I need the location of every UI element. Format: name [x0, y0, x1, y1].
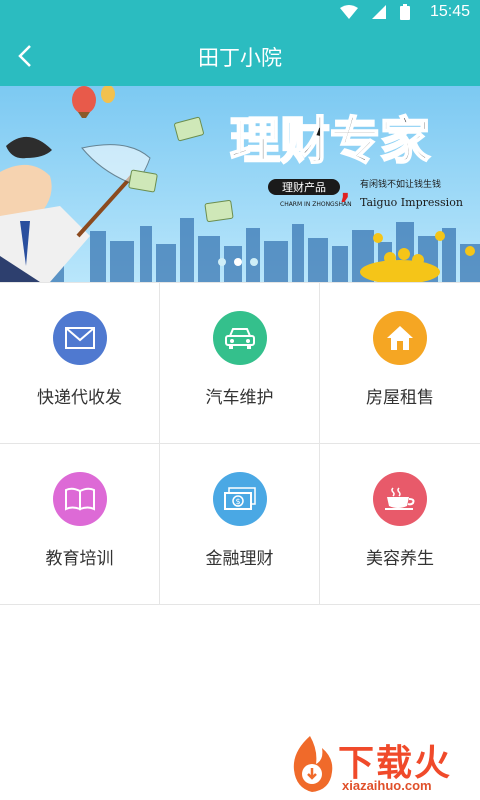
app-bar: 田丁小院: [0, 26, 480, 86]
service-beauty-wellness[interactable]: 美容养生: [320, 444, 480, 605]
service-house-rental[interactable]: 房屋租售: [320, 283, 480, 444]
comma-mark: ,: [340, 172, 351, 205]
svg-text:$: $: [235, 497, 240, 506]
service-car-maintenance[interactable]: 汽车维护: [160, 283, 320, 444]
watermark-url: xiazaihuo.com: [342, 778, 432, 793]
banner-slogan: 有闲钱不如让钱生钱: [360, 178, 441, 190]
book-icon: [53, 472, 107, 526]
banner-tag: 理财产品: [282, 180, 326, 194]
watermark-logo: 下载火 xiazaihuo.com: [282, 734, 472, 794]
banner-pager[interactable]: [218, 258, 258, 266]
wifi-icon: [340, 5, 358, 19]
service-label: 金融理财: [205, 549, 274, 569]
coffee-cup-icon: [373, 472, 427, 526]
envelope-icon: [53, 311, 107, 365]
service-label: 美容养生: [366, 549, 434, 569]
service-label: 汽车维护: [205, 388, 274, 408]
status-time: 15:45: [429, 3, 470, 20]
page-title: 田丁小院: [198, 46, 282, 70]
car-icon: [213, 311, 267, 365]
service-label: 房屋租售: [366, 388, 434, 408]
pager-dot[interactable]: [250, 258, 258, 266]
battery-icon: [400, 4, 410, 20]
service-label: 快递代收发: [37, 388, 122, 408]
banner-illustration: 理财专家 理财产品 CHARM IN ZHONGSHAN , 有闲钱不如让钱生钱…: [0, 86, 480, 282]
service-finance[interactable]: $ 金融理财: [160, 444, 320, 605]
service-express-delivery[interactable]: 快递代收发: [0, 283, 160, 444]
pager-dot-active[interactable]: [234, 258, 242, 266]
service-label: 教育培训: [45, 549, 114, 569]
flame-icon: [293, 736, 333, 792]
house-icon: [373, 311, 427, 365]
status-bar: 15:45: [0, 0, 480, 26]
promo-banner[interactable]: 理财专家 理财产品 CHARM IN ZHONGSHAN , 有闲钱不如让钱生钱…: [0, 86, 480, 282]
banner-headline-group: 理财专家: [229, 111, 431, 171]
status-icons: [340, 4, 410, 20]
service-education[interactable]: 教育培训: [0, 444, 160, 605]
money-icon: $: [213, 472, 267, 526]
signal-icon: [372, 5, 386, 19]
service-grid: 快递代收发 汽车维护 房屋租售 教育培训 $ 金融理财 美容养生: [0, 282, 480, 606]
banner-headline: 理财专家: [230, 112, 430, 170]
banner-brand: Taiguo Impression: [360, 196, 463, 209]
pager-dot[interactable]: [218, 258, 226, 266]
